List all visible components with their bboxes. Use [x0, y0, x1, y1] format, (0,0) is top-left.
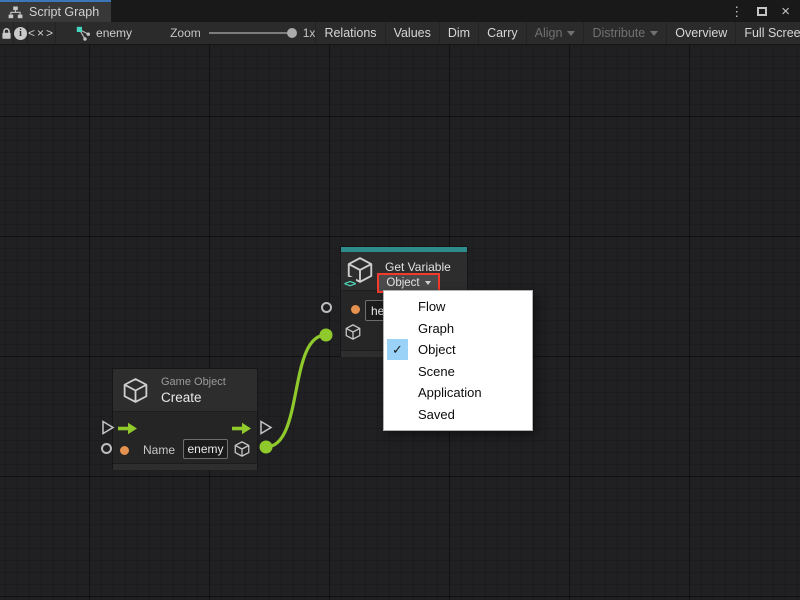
flow-enter-triangle-port[interactable]	[101, 420, 115, 435]
flow-input-arrow-icon[interactable]	[118, 422, 138, 435]
overview-label: Overview	[675, 26, 727, 40]
code-preview-button[interactable]: <×>	[28, 22, 56, 44]
dim-button[interactable]: Dim	[439, 22, 478, 44]
get-variable-header: <> Get Variable Object	[341, 252, 467, 291]
gameobject-cube-icon	[344, 323, 362, 341]
create-category: Game Object	[161, 376, 226, 388]
menu-item-label: Scene	[418, 364, 455, 379]
flow-exit-triangle-port[interactable]	[259, 420, 273, 435]
window-controls: ⋮ ×	[730, 0, 800, 22]
menu-item-scene[interactable]: Scene	[384, 361, 532, 383]
tab-bar: Script Graph ⋮ ×	[0, 0, 800, 22]
code-icon: <×>	[28, 26, 55, 40]
tab-label: Script Graph	[29, 5, 99, 19]
lock-icon	[0, 27, 13, 40]
chevron-down-icon	[425, 281, 431, 285]
create-body: Name enemy	[113, 412, 257, 463]
name-string-port[interactable]	[120, 446, 129, 455]
info-icon: i	[14, 27, 27, 40]
align-label: Align	[535, 26, 563, 40]
graph-icon	[8, 6, 23, 19]
menu-item-object[interactable]: ✓ Object	[384, 339, 532, 361]
get-variable-name-outer-port[interactable]	[321, 302, 332, 313]
variable-scope-value: Object	[386, 277, 419, 289]
code-brackets-icon: <>	[343, 277, 356, 290]
graph-reference-icon	[76, 26, 91, 41]
name-outer-port[interactable]	[101, 443, 112, 454]
create-header: Game Object Create	[113, 369, 257, 412]
zoom-control: Zoom 1x	[170, 22, 315, 44]
menu-item-graph[interactable]: Graph	[384, 318, 532, 340]
create-footer	[113, 463, 257, 470]
menu-item-saved[interactable]: Saved	[384, 404, 532, 426]
chevron-down-icon	[567, 31, 575, 36]
script-graph-window: Script Graph ⋮ × i <×>	[0, 0, 800, 600]
zoom-label: Zoom	[170, 26, 201, 40]
zoom-slider-handle[interactable]	[287, 28, 297, 38]
gameobject-output-cube-icon[interactable]	[233, 440, 251, 458]
distribute-label: Distribute	[592, 26, 645, 40]
gameobject-cube-icon	[121, 376, 150, 405]
get-variable-title: Get Variable	[385, 260, 451, 274]
window-menu-icon[interactable]: ⋮	[730, 5, 743, 18]
toolbar-buttons: Relations Values Dim Carry Align Distrib…	[315, 22, 800, 44]
info-button[interactable]: i	[14, 22, 28, 44]
variable-scope-dropdown[interactable]: Object	[379, 275, 438, 291]
maximize-icon[interactable]	[757, 7, 767, 16]
graph-canvas[interactable]: <> Get Variable Object he	[0, 45, 800, 600]
full-screen-label: Full Screen	[744, 26, 800, 40]
menu-item-label: Graph	[418, 321, 454, 336]
carry-button[interactable]: Carry	[478, 22, 526, 44]
overview-button[interactable]: Overview	[666, 22, 735, 44]
relations-label: Relations	[324, 26, 376, 40]
graph-breadcrumb[interactable]: enemy	[76, 22, 132, 44]
distribute-button[interactable]: Distribute	[583, 22, 666, 44]
name-value-input[interactable]: enemy	[183, 439, 228, 459]
chevron-down-icon	[650, 31, 658, 36]
zoom-value: 1x	[303, 26, 316, 40]
menu-item-label: Application	[418, 385, 482, 400]
variable-cube-icon: <>	[345, 255, 377, 289]
flow-output-arrow-icon[interactable]	[232, 422, 252, 435]
menu-item-label: Flow	[418, 299, 445, 314]
menu-item-application[interactable]: Application	[384, 382, 532, 404]
checkmark-icon: ✓	[387, 339, 408, 360]
values-label: Values	[394, 26, 431, 40]
full-screen-button[interactable]: Full Screen	[735, 22, 800, 44]
menu-item-label: Saved	[418, 407, 455, 422]
name-port-label: Name	[143, 443, 175, 457]
carry-label: Carry	[487, 26, 518, 40]
align-button[interactable]: Align	[526, 22, 584, 44]
tab-script-graph[interactable]: Script Graph	[0, 0, 111, 22]
variable-name-port[interactable]	[351, 305, 360, 314]
lock-button[interactable]	[0, 22, 14, 44]
close-icon[interactable]: ×	[781, 4, 790, 19]
menu-item-label: Object	[418, 342, 456, 357]
dim-label: Dim	[448, 26, 470, 40]
scope-dropdown-menu: Flow Graph ✓ Object Scene Application Sa…	[383, 290, 533, 431]
create-node[interactable]: Game Object Create Name enemy	[112, 368, 258, 469]
values-button[interactable]: Values	[385, 22, 439, 44]
zoom-slider[interactable]	[209, 32, 295, 34]
graph-toolbar: i <×> enemy Zoom 1x Relations Values	[0, 22, 800, 45]
create-title: Create	[161, 390, 202, 405]
graph-name: enemy	[96, 26, 132, 40]
menu-item-flow[interactable]: Flow	[384, 296, 532, 318]
relations-button[interactable]: Relations	[315, 22, 384, 44]
